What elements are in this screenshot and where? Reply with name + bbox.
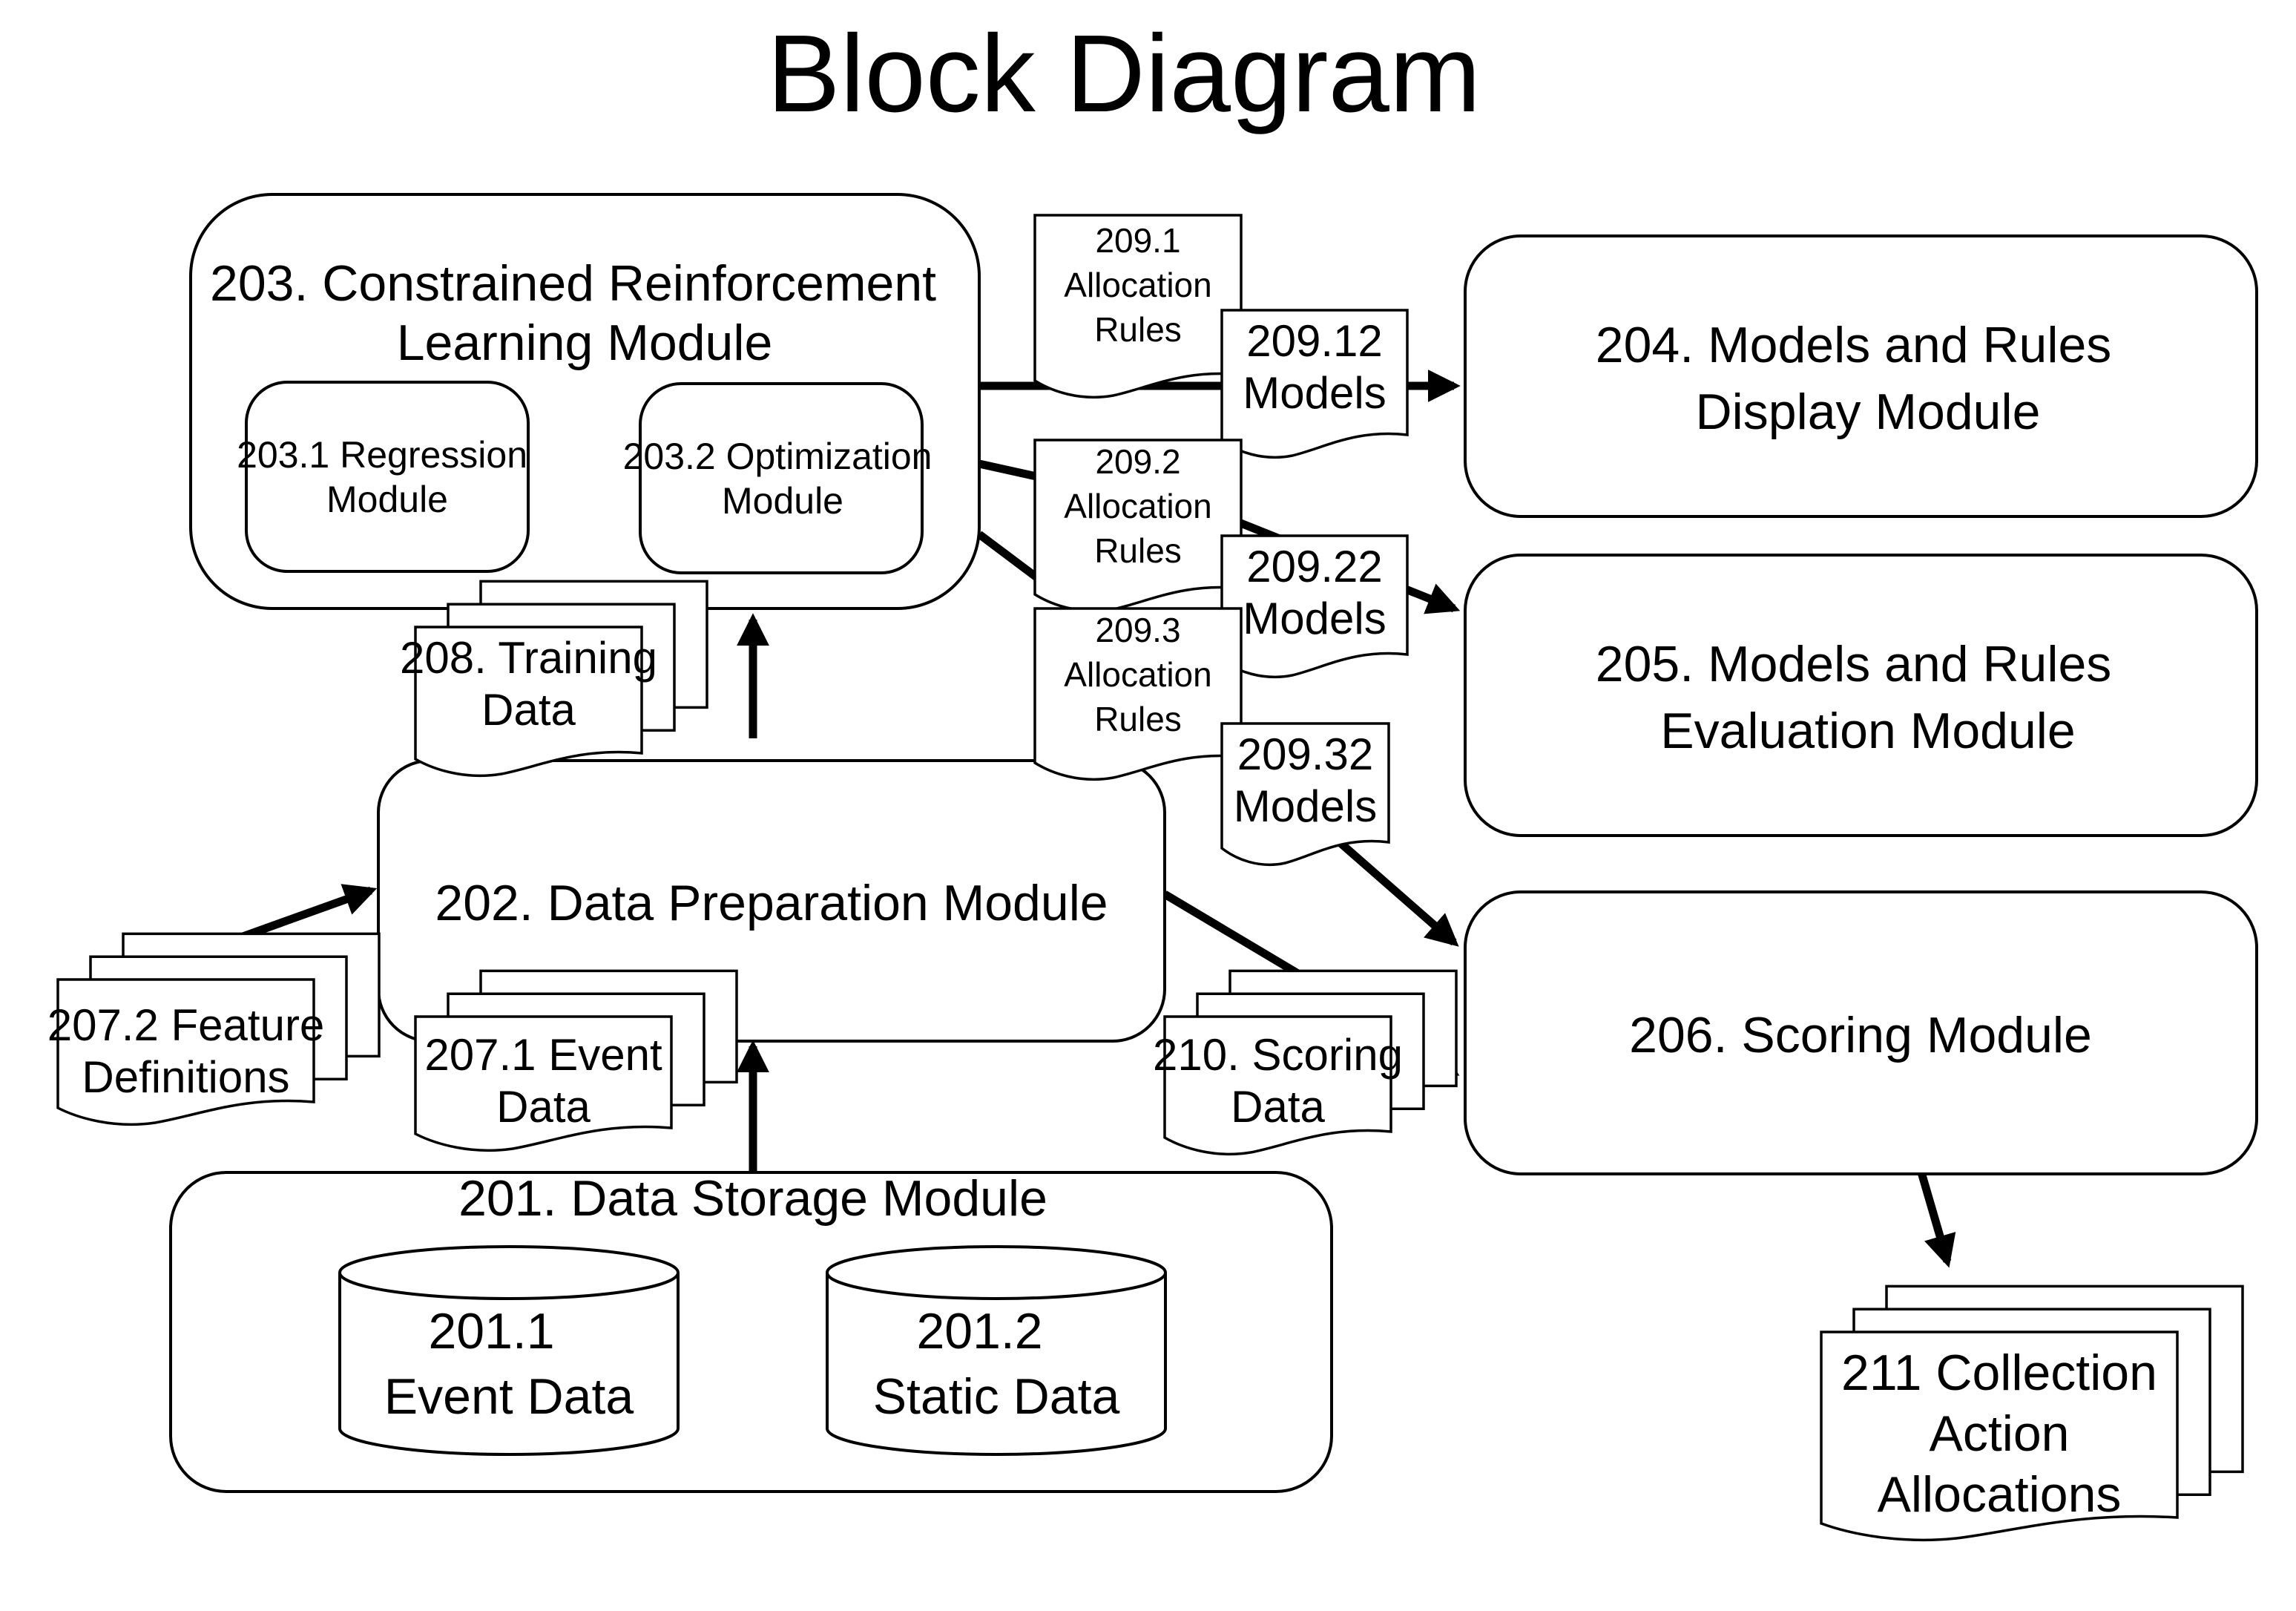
module-203-1-regression[interactable]: 203.1 Regression Module [237, 381, 538, 573]
module-201-label: 201. Data Storage Module [458, 1170, 1047, 1227]
document-207-2-feature-definitions[interactable]: 207.2 Feature Definitions [47, 932, 381, 1126]
document-208-training-data[interactable]: 208. Training Data [400, 580, 708, 778]
edge-206-to-211 [1917, 1171, 1956, 1268]
document-210-scoring-data[interactable]: 210. Scoring Data [1153, 969, 1458, 1156]
database-201-1-event-data[interactable]: 201.1 Event Data [338, 1245, 680, 1456]
module-205-evaluation[interactable]: 205. Models and Rules Evaluation Module [1464, 554, 2258, 837]
module-204-display[interactable]: 204. Models and Rules Display Module [1464, 234, 2258, 518]
module-206-label: 206. Scoring Module [1629, 1007, 2092, 1063]
document-209-32-models[interactable]: 209.32 Models [1220, 722, 1390, 867]
document-209-22-models[interactable]: 209.22 Models [1220, 534, 1409, 679]
module-203-2-optimization[interactable]: 203.2 Optimization Module [623, 382, 943, 574]
block-diagram: Block Diagram 203. Constrained Reinforce… [47, 13, 2258, 1542]
module-206-scoring[interactable]: 206. Scoring Module [1464, 890, 2258, 1175]
document-209-1-allocation-rules[interactable]: 209.1 Allocation Rules [1033, 214, 1243, 399]
document-209-2-allocation-rules[interactable]: 209.2 Allocation Rules [1033, 439, 1243, 613]
document-207-1-event-data[interactable]: 207.1 Event Data [414, 969, 738, 1152]
module-202-label: 202. Data Preparation Module [435, 875, 1108, 931]
document-209-3-allocation-rules[interactable]: 209.3 Allocation Rules [1033, 607, 1243, 781]
document-211-collection-action-allocations[interactable]: 211 Collection Action Allocations [1820, 1284, 2244, 1542]
database-201-2-static-data[interactable]: 201.2 Static Data [826, 1245, 1167, 1456]
diagram-title: Block Diagram [767, 13, 1481, 135]
document-209-12-models[interactable]: 209.12 Models [1220, 309, 1409, 459]
